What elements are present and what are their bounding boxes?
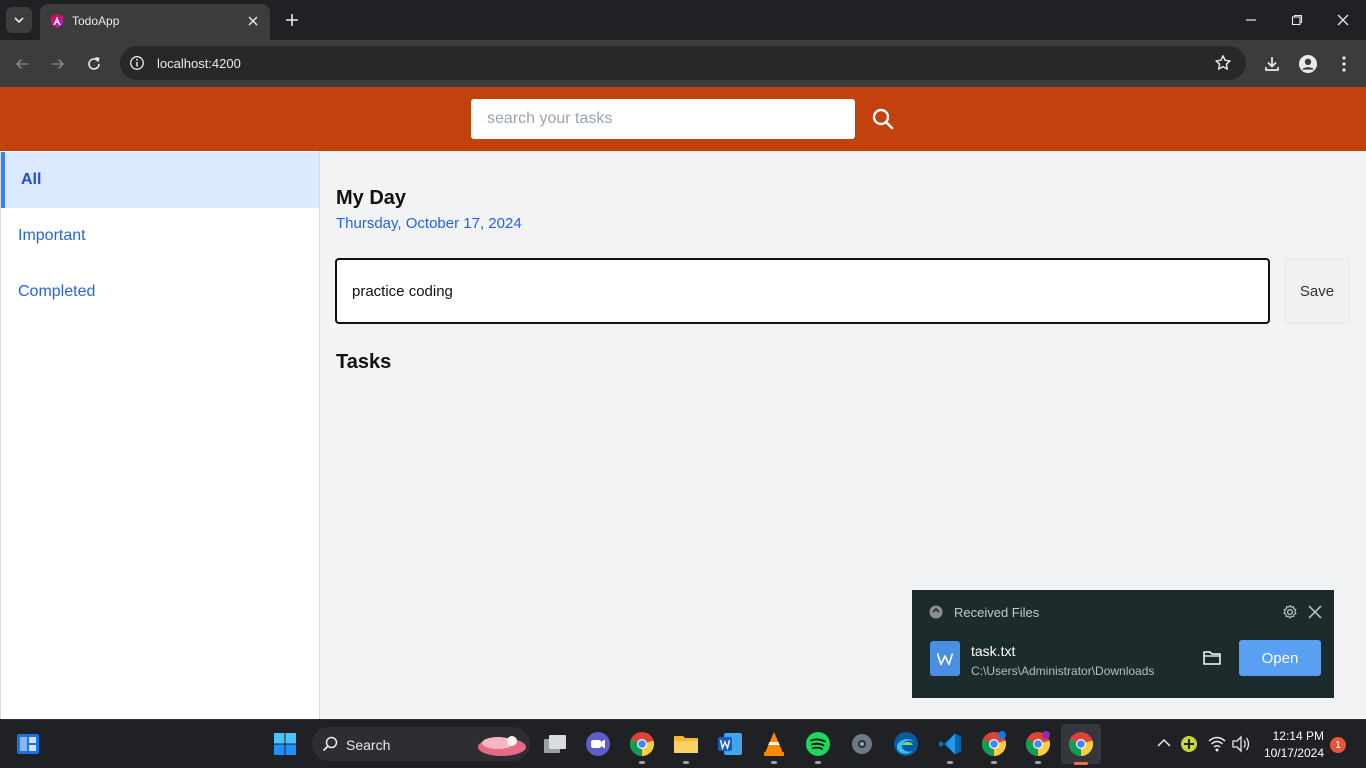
sidebar-item-important[interactable]: Important	[1, 208, 319, 264]
new-tab-icon[interactable]	[282, 10, 302, 30]
running-indicator	[771, 761, 777, 764]
browser-toolbar: localhost:4200	[0, 40, 1366, 87]
clock-time[interactable]: 12:14 PM	[1262, 729, 1324, 743]
profile-icon[interactable]	[1296, 52, 1320, 76]
tray-app-icon[interactable]	[1180, 735, 1198, 753]
site-info-icon[interactable]	[128, 54, 146, 72]
task-view-icon[interactable]	[540, 729, 570, 759]
tasks-heading: Tasks	[336, 351, 392, 373]
spotify-icon[interactable]	[803, 729, 833, 764]
address-bar[interactable]: localhost:4200	[120, 46, 1246, 80]
restore-icon[interactable]	[1274, 0, 1320, 40]
tab-title: TodoApp	[72, 14, 120, 28]
search-icon[interactable]	[870, 106, 896, 132]
taskbar-search[interactable]: Search	[312, 727, 530, 761]
forward-icon[interactable]	[45, 51, 71, 77]
sidebar: All Important Completed	[0, 151, 320, 719]
taskbar: Search 12:14 PM 10/17/2024 1	[0, 719, 1366, 768]
search-highlight-icon	[478, 736, 526, 756]
edge-icon[interactable]	[891, 729, 921, 759]
folder-icon[interactable]	[1202, 649, 1222, 667]
address-url: localhost:4200	[157, 56, 241, 71]
running-indicator	[683, 761, 689, 764]
reload-icon[interactable]	[81, 51, 107, 77]
volume-icon[interactable]	[1231, 735, 1251, 753]
chrome-active-icon[interactable]	[1061, 724, 1101, 765]
save-button[interactable]: Save	[1284, 258, 1350, 324]
minimize-icon[interactable]	[1228, 0, 1274, 40]
file-explorer-icon[interactable]	[671, 729, 701, 764]
vscode-icon[interactable]	[935, 729, 965, 764]
page-title: My Day	[336, 187, 407, 209]
browser-tabstrip: TodoApp	[0, 0, 1366, 40]
running-indicator	[991, 761, 997, 764]
app-header	[0, 87, 1366, 151]
open-file-button[interactable]: Open	[1239, 640, 1321, 676]
running-indicator	[815, 761, 821, 764]
clock-date[interactable]: 10/17/2024	[1258, 746, 1324, 760]
bookmark-star-icon[interactable]	[1214, 54, 1232, 72]
settings-icon[interactable]	[847, 729, 877, 759]
sidebar-item-all[interactable]: All	[1, 152, 319, 208]
chrome-icon[interactable]	[627, 729, 657, 764]
widgets-icon[interactable]	[13, 729, 43, 759]
start-icon[interactable]	[270, 729, 300, 759]
meet-icon[interactable]	[583, 729, 613, 759]
tab-close-icon[interactable]	[244, 12, 262, 30]
active-indicator	[1074, 762, 1088, 765]
close-icon[interactable]	[1307, 604, 1323, 620]
tray-chevron-icon[interactable]	[1157, 738, 1171, 748]
word-icon[interactable]	[715, 729, 745, 759]
running-indicator	[1035, 761, 1041, 764]
task-input[interactable]	[335, 258, 1270, 324]
wifi-icon[interactable]	[1207, 735, 1227, 753]
tab-search-menu-icon[interactable]	[6, 7, 32, 33]
notification-badge[interactable]: 1	[1330, 737, 1346, 753]
browser-tab[interactable]: TodoApp	[40, 4, 270, 40]
running-indicator	[947, 761, 953, 764]
notification-file-name: task.txt	[971, 643, 1016, 659]
browser-menu-icon[interactable]	[1332, 52, 1356, 76]
vlc-icon[interactable]	[759, 729, 789, 764]
chrome-profile-icon[interactable]	[1023, 729, 1053, 764]
received-files-notification: Received Files task.txt C:\Users\Adminis…	[912, 590, 1334, 698]
page-date: Thursday, October 17, 2024	[336, 215, 522, 232]
taskbar-search-label: Search	[346, 737, 391, 753]
sidebar-item-completed[interactable]: Completed	[1, 264, 319, 320]
search-icon	[322, 736, 338, 752]
app-logo-icon	[929, 605, 943, 619]
notification-app-name: Received Files	[954, 605, 1040, 620]
downloads-icon[interactable]	[1260, 52, 1284, 76]
running-indicator	[639, 761, 645, 764]
back-icon[interactable]	[9, 51, 35, 77]
window-close-icon[interactable]	[1320, 0, 1366, 40]
search-input[interactable]	[471, 99, 855, 139]
gear-icon[interactable]	[1282, 604, 1298, 620]
notification-file-path: C:\Users\Administrator\Downloads	[971, 664, 1155, 678]
angular-icon	[50, 14, 64, 28]
chrome-profile-icon[interactable]	[979, 729, 1009, 764]
file-icon	[930, 641, 960, 676]
